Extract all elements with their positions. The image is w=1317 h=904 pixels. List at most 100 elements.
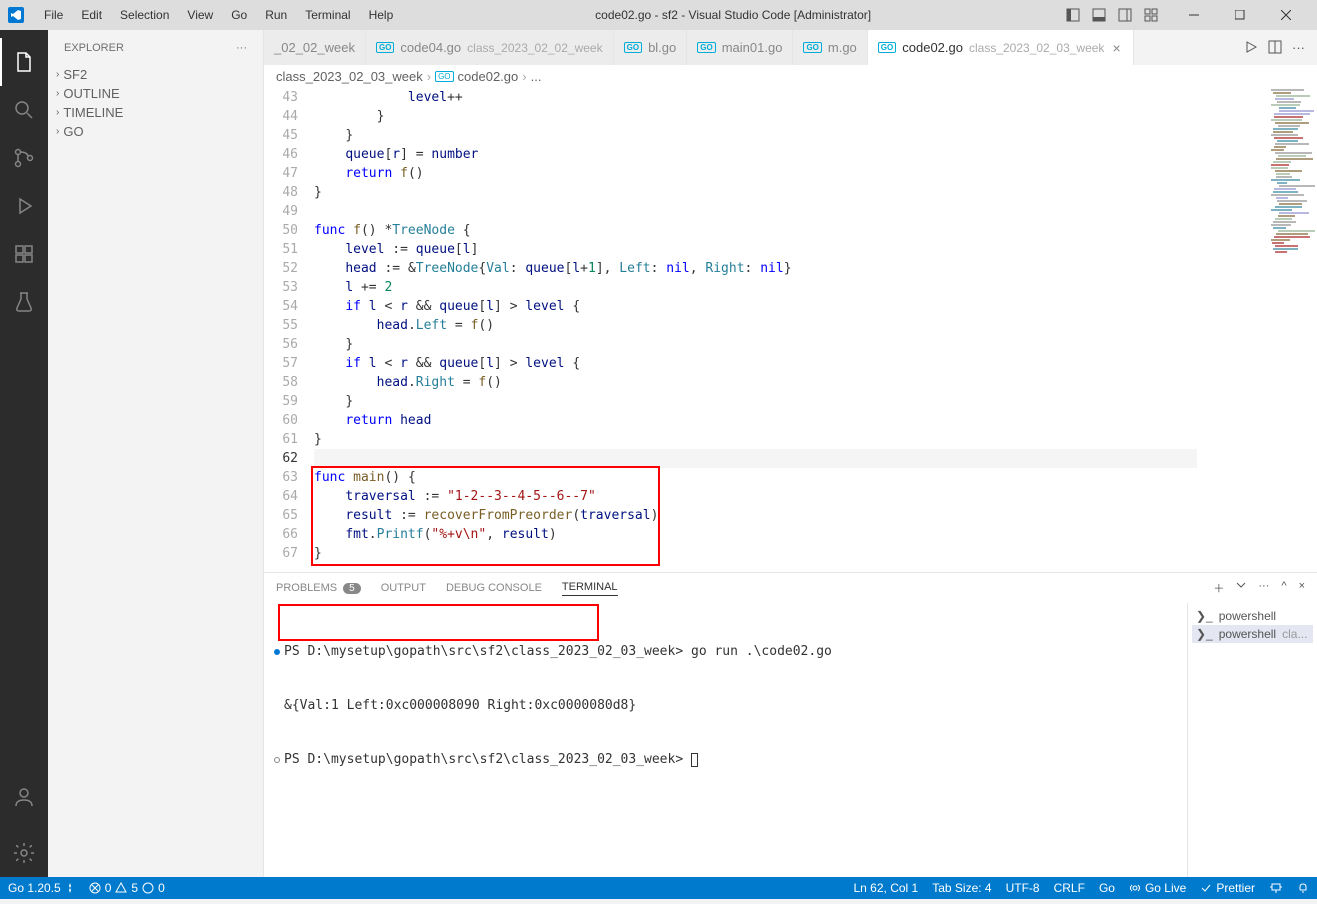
- status-prettier[interactable]: Prettier: [1200, 881, 1255, 895]
- go-file-icon: GO: [435, 71, 453, 82]
- new-terminal-icon[interactable]: ＋: [1213, 580, 1224, 596]
- chevron-right-icon: ›: [56, 126, 59, 137]
- sidebar-section-go[interactable]: ›GO: [48, 122, 263, 141]
- status-bar: Go 1.20.5 0 5 0 Ln 62, Col 1 Tab Size: 4…: [0, 877, 1317, 899]
- status-encoding[interactable]: UTF-8: [1006, 881, 1040, 895]
- window-controls: [1171, 0, 1309, 30]
- chevron-right-icon: ›: [56, 107, 59, 118]
- menu-help[interactable]: Help: [361, 4, 402, 26]
- status-cursor[interactable]: Ln 62, Col 1: [854, 881, 919, 895]
- activity-settings-icon[interactable]: [0, 829, 48, 877]
- activity-debug-icon[interactable]: [0, 182, 48, 230]
- menu-go[interactable]: Go: [223, 4, 255, 26]
- annotation-highlight-terminal: [278, 604, 599, 641]
- maximize-panel-icon[interactable]: ^: [1281, 580, 1286, 596]
- toggle-panel-icon[interactable]: [1091, 7, 1107, 23]
- activity-scm-icon[interactable]: [0, 134, 48, 182]
- status-bell-icon[interactable]: [1297, 881, 1309, 895]
- toggle-secondary-sidebar-icon[interactable]: [1117, 7, 1133, 23]
- close-panel-icon[interactable]: ×: [1299, 580, 1305, 596]
- terminal-line: PS D:\mysetup\gopath\src\sf2\class_2023_…: [284, 643, 1175, 661]
- vscode-icon: [8, 7, 24, 23]
- sidebar-title: EXPLORER: [64, 42, 124, 54]
- editor-tabs: _02_02_week GOcode04.goclass_2023_02_02_…: [264, 30, 1232, 65]
- panel-tab-output[interactable]: OUTPUT: [381, 582, 426, 594]
- panel-tab-terminal[interactable]: TERMINAL: [562, 581, 618, 596]
- sidebar-section-outline[interactable]: ›OUTLINE: [48, 84, 263, 103]
- activity-bar: [0, 30, 48, 877]
- breadcrumbs[interactable]: class_2023_02_03_week › GO code02.go › .…: [264, 65, 1317, 87]
- terminal-dropdown-icon[interactable]: [1236, 580, 1246, 596]
- activity-explorer-icon[interactable]: [0, 38, 48, 86]
- go-file-icon: GO: [697, 42, 715, 53]
- run-icon[interactable]: [1244, 40, 1258, 55]
- panel-tabs: PROBLEMS5 OUTPUT DEBUG CONSOLE TERMINAL …: [264, 573, 1317, 603]
- tab-02-02-week[interactable]: _02_02_week: [264, 30, 366, 65]
- status-golive[interactable]: Go Live: [1129, 881, 1186, 895]
- menu-selection[interactable]: Selection: [112, 4, 177, 26]
- minimap[interactable]: [1197, 87, 1317, 572]
- editor-more-icon[interactable]: ···: [1292, 40, 1305, 55]
- tab-close-icon[interactable]: ×: [1110, 40, 1122, 56]
- terminal-icon: ❯_: [1196, 609, 1213, 623]
- panel-tab-problems[interactable]: PROBLEMS5: [276, 582, 361, 594]
- menu-edit[interactable]: Edit: [73, 4, 110, 26]
- status-go-version[interactable]: Go 1.20.5: [8, 881, 75, 895]
- code-editor[interactable]: 4344454647484950515253545556575859606162…: [264, 87, 1317, 572]
- close-button[interactable]: [1263, 0, 1309, 30]
- split-editor-icon[interactable]: [1268, 40, 1282, 55]
- chevron-right-icon: ›: [56, 88, 59, 99]
- status-eol[interactable]: CRLF: [1054, 881, 1085, 895]
- terminal-line: PS D:\mysetup\gopath\src\sf2\class_2023_…: [284, 751, 1175, 769]
- breadcrumb-folder[interactable]: class_2023_02_03_week: [276, 69, 423, 84]
- terminal-idle-dot-icon: [274, 757, 280, 763]
- menu-run[interactable]: Run: [257, 4, 295, 26]
- terminal-icon: ❯_: [1196, 627, 1213, 641]
- status-tabsize[interactable]: Tab Size: 4: [932, 881, 991, 895]
- breadcrumb-symbol[interactable]: ...: [531, 69, 542, 84]
- sidebar-more-icon[interactable]: ···: [236, 42, 247, 54]
- minimize-button[interactable]: [1171, 0, 1217, 30]
- tab-code04[interactable]: GOcode04.goclass_2023_02_02_week: [366, 30, 614, 65]
- maximize-button[interactable]: [1217, 0, 1263, 30]
- menu-bar: File Edit Selection View Go Run Terminal…: [36, 4, 401, 26]
- tab-code02[interactable]: GOcode02.goclass_2023_02_03_week×: [868, 30, 1134, 65]
- menu-terminal[interactable]: Terminal: [297, 4, 358, 26]
- sidebar-header: EXPLORER ···: [48, 30, 263, 65]
- toggle-primary-sidebar-icon[interactable]: [1065, 7, 1081, 23]
- panel-more-icon[interactable]: ···: [1258, 580, 1269, 596]
- terminal-list-item[interactable]: ❯_powershell cla...: [1192, 625, 1313, 643]
- panel-tab-debug[interactable]: DEBUG CONSOLE: [446, 582, 542, 594]
- activity-testing-icon[interactable]: [0, 278, 48, 326]
- menu-view[interactable]: View: [179, 4, 221, 26]
- problems-badge: 5: [343, 583, 361, 594]
- go-file-icon: GO: [376, 42, 394, 53]
- terminal-cursor: [691, 753, 698, 767]
- status-problems[interactable]: 0 5 0: [89, 881, 165, 895]
- chevron-right-icon: ›: [56, 69, 59, 80]
- sidebar-section-timeline[interactable]: ›TIMELINE: [48, 103, 263, 122]
- panel-actions: ＋ ··· ^ ×: [1213, 580, 1305, 596]
- activity-extensions-icon[interactable]: [0, 230, 48, 278]
- breadcrumb-file[interactable]: code02.go: [458, 69, 519, 84]
- layout-controls: [1065, 7, 1159, 23]
- sidebar-section-sf2[interactable]: ›SF2: [48, 65, 263, 84]
- activity-search-icon[interactable]: [0, 86, 48, 134]
- editor-area: _02_02_week GOcode04.goclass_2023_02_02_…: [264, 30, 1317, 877]
- explorer-sidebar: EXPLORER ··· ›SF2 ›OUTLINE ›TIMELINE ›GO: [48, 30, 264, 877]
- menu-file[interactable]: File: [36, 4, 71, 26]
- terminal-list-item[interactable]: ❯_powershell: [1192, 607, 1313, 625]
- line-gutter: 4344454647484950515253545556575859606162…: [264, 87, 314, 572]
- customize-layout-icon[interactable]: [1143, 7, 1159, 23]
- bottom-panel: PROBLEMS5 OUTPUT DEBUG CONSOLE TERMINAL …: [264, 572, 1317, 877]
- status-lang[interactable]: Go: [1099, 881, 1115, 895]
- terminal-content[interactable]: PS D:\mysetup\gopath\src\sf2\class_2023_…: [264, 603, 1187, 877]
- tab-bl[interactable]: GObl.go: [614, 30, 688, 65]
- terminal-list: ❯_powershell ❯_powershell cla...: [1187, 603, 1317, 877]
- tab-main01[interactable]: GOmain01.go: [687, 30, 793, 65]
- status-feedback-icon[interactable]: [1269, 881, 1283, 895]
- activity-account-icon[interactable]: [0, 773, 48, 821]
- tab-m[interactable]: GOm.go: [793, 30, 867, 65]
- window-title: code02.go - sf2 - Visual Studio Code [Ad…: [401, 8, 1065, 22]
- code-content[interactable]: level++ } } queue[r] = number return f()…: [314, 87, 1197, 572]
